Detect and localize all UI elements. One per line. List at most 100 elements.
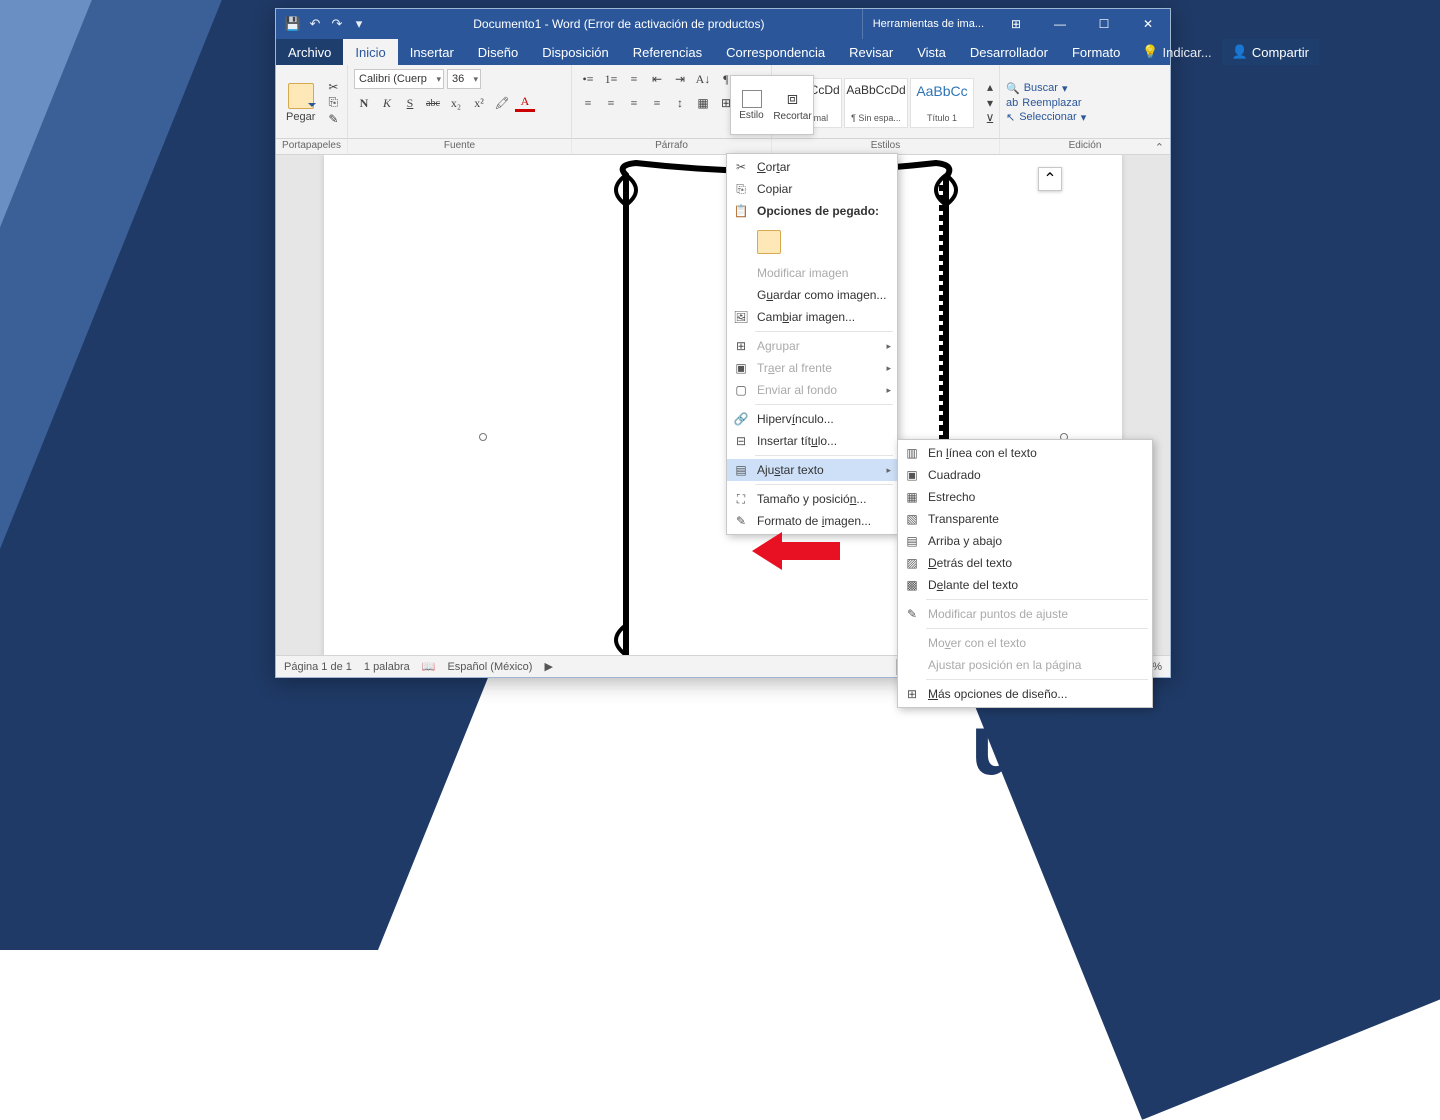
qat-more-icon[interactable]: ▾ [350,15,368,33]
share-button[interactable]: 👤Compartir [1222,39,1319,65]
select-button[interactable]: ↖Seleccionar ▾ [1006,111,1086,124]
numbering-button[interactable]: 1≡ [601,69,621,89]
multilevel-button[interactable]: ≡ [624,69,644,89]
style-heading1[interactable]: AaBbCcTítulo 1 [910,78,974,128]
replace-button[interactable]: abReemplazar [1006,97,1086,109]
wrap-top-bottom[interactable]: ▤Arriba y abajo [898,530,1152,552]
highlight-button[interactable]: 🖍 [492,93,512,113]
wrap-front[interactable]: ▩Delante del texto [898,574,1152,596]
clipboard-icon: 📋 [733,203,749,219]
wrap-behind[interactable]: ▨Detrás del texto [898,552,1152,574]
bold-button[interactable]: N [354,93,374,113]
wrap-edit-points: ✎Modificar puntos de ajuste [898,603,1152,625]
styles-more-icon[interactable]: ⊻ [982,112,998,126]
menu-size-position[interactable]: ⛶Tamaño y posición... [727,488,897,510]
wrap-tight[interactable]: ▦Estrecho [898,486,1152,508]
paste-button[interactable]: Pegar [282,81,319,125]
scissors-icon: ✂ [733,159,749,175]
tab-references[interactable]: Referencias [621,39,714,65]
font-name-combo[interactable]: Calibri (Cuerp [354,69,444,89]
redo-icon[interactable]: ↷ [328,15,346,33]
wrap-through[interactable]: ▧Transparente [898,508,1152,530]
underline-button[interactable]: S [400,93,420,113]
label-editing: Edición [1000,139,1170,154]
tab-review[interactable]: Revisar [837,39,905,65]
group-clipboard: Pegar ✂ ⎘ ✎ [276,65,348,138]
font-color-button[interactable]: A [515,95,535,112]
menu-wrap-text[interactable]: ▤Ajustar texto▸ [727,459,897,481]
minimize-icon[interactable]: — [1038,9,1082,39]
tab-layout[interactable]: Disposición [530,39,620,65]
wrap-submenu: ▥En línea con el texto ▣Cuadrado ▦Estrec… [897,439,1153,708]
find-button[interactable]: 🔍Buscar ▾ [1006,82,1086,95]
caption-icon: ⊟ [733,433,749,449]
style-no-spacing[interactable]: AaBbCcDd¶ Sin espa... [844,78,908,128]
justify-button[interactable]: ≡ [647,93,667,113]
font-size-combo[interactable]: 36 [447,69,481,89]
save-icon[interactable]: 💾 [284,15,302,33]
selection-handle[interactable] [479,433,487,441]
line-spacing-button[interactable]: ↕ [670,93,690,113]
align-center-button[interactable]: ≡ [601,93,621,113]
separator [755,404,893,405]
word-window: 💾 ↶ ↷ ▾ Documento1 - Word (Error de acti… [275,8,1171,678]
layout-options-button[interactable]: ⌃ [1038,167,1062,191]
copy-icon[interactable]: ⎘ [325,96,341,110]
menu-insert-caption[interactable]: ⊟Insertar título... [727,430,897,452]
wrap-more-options[interactable]: ⊞Más opciones de diseño... [898,683,1152,705]
group-icon: ⊞ [733,338,749,354]
sort-button[interactable]: A↓ [693,69,713,89]
close-icon[interactable]: ✕ [1126,9,1170,39]
back-icon: ▢ [733,382,749,398]
spellcheck-icon[interactable]: 📖 [422,660,436,673]
collapse-ribbon-icon[interactable]: ⌃ [1155,141,1164,154]
outdent-button[interactable]: ⇤ [647,69,667,89]
cut-icon[interactable]: ✂ [325,80,341,94]
separator [926,628,1148,629]
menu-cut[interactable]: ✂Cortar [727,156,897,178]
status-language[interactable]: Español (México) [447,661,532,673]
status-words[interactable]: 1 palabra [364,661,410,673]
menu-group: ⊞Agrupar▸ [727,335,897,357]
menu-save-as-image[interactable]: Guardar como imagen... [727,284,897,306]
align-right-button[interactable]: ≡ [624,93,644,113]
window-title: Documento1 - Word (Error de activación d… [376,17,862,31]
ribbon-options-icon[interactable]: ⊞ [994,9,1038,39]
paste-option[interactable] [757,230,781,254]
separator [926,679,1148,680]
tab-insert[interactable]: Insertar [398,39,466,65]
bullets-button[interactable]: •≡ [578,69,598,89]
wrap-square[interactable]: ▣Cuadrado [898,464,1152,486]
maximize-icon[interactable]: ☐ [1082,9,1126,39]
ribbon: Pegar ✂ ⎘ ✎ Calibri (Cuerp 36 N K S [276,65,1170,139]
tab-format[interactable]: Formato [1060,39,1132,65]
picture-style-button[interactable]: Estilo [731,76,772,134]
strike-button[interactable]: abc [423,93,443,113]
menu-hyperlink[interactable]: 🔗Hipervínculo... [727,408,897,430]
subscript-button[interactable]: x₂ [446,93,466,113]
macro-icon[interactable]: ▶ [544,660,552,673]
menu-change-image[interactable]: 🖼Cambiar imagen... [727,306,897,328]
shading-button[interactable]: ▦ [693,93,713,113]
styles-down-icon[interactable]: ▾ [982,96,998,110]
tell-me[interactable]: 💡Indicar... [1132,39,1221,65]
tab-design[interactable]: Diseño [466,39,530,65]
indent-button[interactable]: ⇥ [670,69,690,89]
tab-home[interactable]: Inicio [343,39,397,65]
tab-view[interactable]: Vista [905,39,958,65]
tab-developer[interactable]: Desarrollador [958,39,1060,65]
undo-icon[interactable]: ↶ [306,15,324,33]
format-painter-icon[interactable]: ✎ [325,112,341,126]
menu-copy[interactable]: ⎘Copiar [727,178,897,200]
status-page[interactable]: Página 1 de 1 [284,661,352,673]
align-left-button[interactable]: ≡ [578,93,598,113]
tab-mailings[interactable]: Correspondencia [714,39,837,65]
tab-file[interactable]: Archivo [276,39,343,65]
menu-send-back: ▢Enviar al fondo▸ [727,379,897,401]
crop-button[interactable]: ⧈Recortar [772,76,813,134]
styles-up-icon[interactable]: ▴ [982,80,998,94]
superscript-button[interactable]: x² [469,93,489,113]
wrap-inline[interactable]: ▥En línea con el texto [898,442,1152,464]
italic-button[interactable]: K [377,93,397,113]
wrap-behind-icon: ▨ [904,555,920,571]
